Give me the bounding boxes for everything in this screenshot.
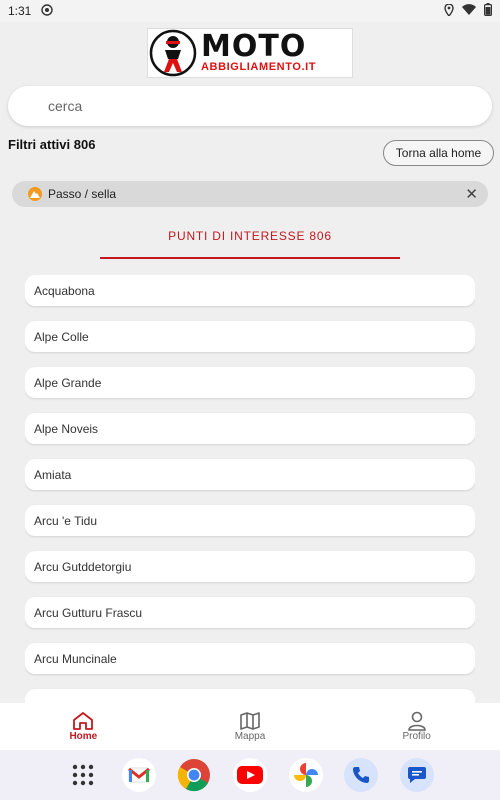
close-icon[interactable]: ✕	[465, 185, 478, 203]
list-item-label: Alpe Noveis	[34, 421, 99, 436]
list-item-label: Alpe Colle	[34, 329, 89, 344]
search-input[interactable]: cerca	[8, 86, 492, 126]
poi-title-underline	[100, 257, 400, 259]
list-item[interactable]: Arcu Gutturu Frascu	[25, 597, 475, 628]
map-icon	[240, 712, 260, 730]
status-time: 1:31	[8, 4, 32, 18]
poi-section-title: PUNTI DI INTERESSE 806	[168, 229, 332, 243]
list-item-label: Arcu 'e Tidu	[34, 513, 97, 528]
rider-mascot-icon	[149, 29, 197, 77]
wifi-icon	[462, 4, 476, 18]
profile-icon	[407, 711, 426, 731]
list-item[interactable]: Alpe Noveis	[25, 413, 475, 444]
filter-chip[interactable]: Passo / sella ✕	[12, 181, 488, 207]
bottom-navigation: Home Mappa Profilo	[0, 703, 500, 750]
messages-icon[interactable]	[399, 758, 434, 792]
list-item[interactable]	[25, 689, 475, 703]
list-item[interactable]: Amiata	[25, 459, 475, 490]
list-item[interactable]: Alpe Grande	[25, 367, 475, 398]
logo-subtitle: ABBIGLIAMENTO.IT	[201, 61, 317, 73]
list-item[interactable]: Arcu Muncinale	[25, 643, 475, 674]
list-item-label: Amiata	[34, 467, 72, 482]
nav-profile[interactable]: Profilo	[333, 703, 500, 750]
active-filters-count: Filtri attivi 806	[8, 137, 96, 152]
logo-brand: MOTO	[201, 29, 307, 64]
battery-icon	[484, 3, 493, 19]
back-home-button[interactable]: Torna alla home	[383, 140, 494, 166]
home-icon	[73, 712, 94, 730]
gmail-icon[interactable]	[121, 758, 156, 792]
logo-text: MOTO ABBIGLIAMENTO.IT	[201, 29, 317, 74]
mountain-pass-icon	[28, 187, 42, 201]
search-placeholder: cerca	[48, 98, 83, 114]
nav-profile-label: Profilo	[402, 731, 431, 742]
chrome-icon[interactable]	[177, 758, 211, 792]
nav-map[interactable]: Mappa	[167, 703, 334, 750]
list-item-label: Alpe Grande	[34, 375, 102, 390]
list-item[interactable]: Arcu 'e Tidu	[25, 505, 475, 536]
youtube-icon[interactable]	[232, 758, 267, 792]
list-item-label: Arcu Gutturu Frascu	[34, 605, 143, 620]
app-dock	[0, 750, 500, 800]
app-drawer-icon[interactable]	[66, 758, 100, 792]
phone-icon[interactable]	[344, 758, 379, 792]
nav-home-label: Home	[69, 731, 98, 742]
nav-map-label: Mappa	[234, 731, 266, 742]
list-item[interactable]: Acquabona	[25, 275, 475, 306]
list-item-label: Arcu Gutddetorgiu	[34, 559, 132, 574]
list-item-label: Acquabona	[34, 283, 95, 298]
status-bar: 1:31	[0, 0, 500, 22]
nav-home[interactable]: Home	[0, 703, 167, 750]
location-icon	[444, 2, 454, 19]
list-item-label: Arcu Muncinale	[34, 651, 117, 666]
poi-list[interactable]: Acquabona Alpe Colle Alpe Grande Alpe No…	[25, 275, 475, 703]
notification-icon	[41, 3, 54, 19]
list-item[interactable]: Alpe Colle	[25, 321, 475, 352]
filter-chip-label: Passo / sella	[48, 187, 117, 201]
brand-logo: MOTO ABBIGLIAMENTO.IT	[147, 28, 353, 78]
list-item[interactable]: Arcu Gutddetorgiu	[25, 551, 475, 582]
photos-icon[interactable]	[288, 758, 323, 792]
